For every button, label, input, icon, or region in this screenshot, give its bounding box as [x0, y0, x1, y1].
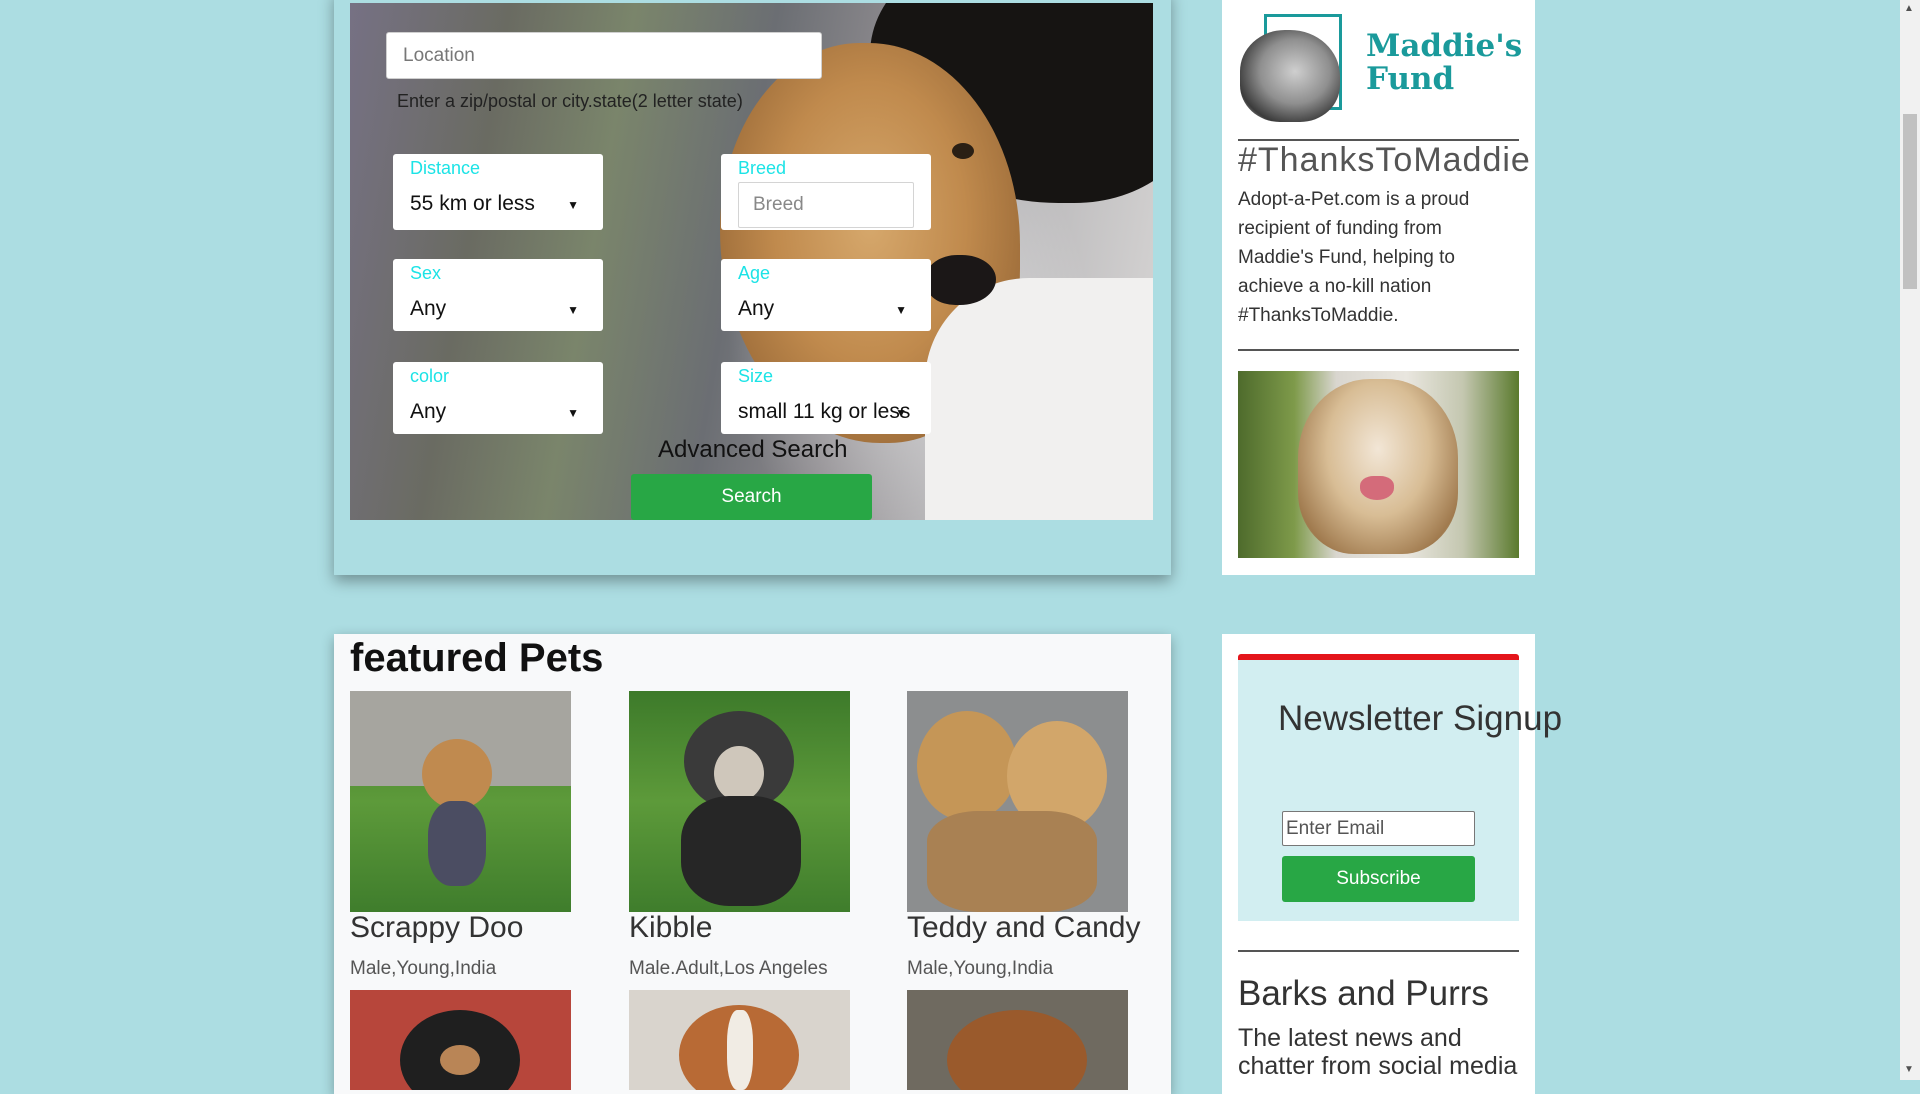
breed-label: Breed	[738, 158, 787, 178]
scroll-up-icon[interactable]: ▲	[1904, 3, 1914, 14]
pet-meta: Male,Young,India	[350, 958, 497, 979]
color-field: color Any ▼	[393, 362, 603, 434]
barks-and-purrs-title: Barks and Purrs	[1238, 974, 1489, 1013]
pet-name[interactable]: Teddy and Candy	[907, 911, 1141, 945]
pet-name[interactable]: Kibble	[629, 911, 712, 945]
chevron-down-icon: ▼	[567, 406, 579, 420]
distance-select[interactable]: 55 km or less	[410, 184, 583, 224]
pet-photo[interactable]	[907, 990, 1128, 1090]
age-field: Age Any ▼	[721, 259, 931, 331]
size-select[interactable]: small 11 kg or less	[738, 392, 911, 432]
sex-select[interactable]: Any	[410, 289, 583, 329]
pet-photo-kibble[interactable]	[629, 691, 850, 912]
chevron-down-icon: ▼	[567, 303, 579, 317]
scrollbar-thumb[interactable]	[1903, 114, 1917, 289]
divider	[1238, 950, 1519, 952]
newsletter-title: Newsletter Signup	[1278, 699, 1563, 738]
bulldog-image	[1238, 371, 1519, 558]
age-label: Age	[738, 263, 771, 283]
pet-photo-teddy-and-candy[interactable]	[907, 691, 1128, 912]
divider	[1238, 349, 1519, 351]
location-input[interactable]	[386, 32, 822, 79]
subscribe-button[interactable]: Subscribe	[1282, 856, 1475, 902]
location-hint: Enter a zip/postal or city.state(2 lette…	[397, 91, 743, 111]
pet-photo-scrappy-doo[interactable]	[350, 691, 571, 912]
logo-text-line2: Fund	[1366, 61, 1455, 97]
email-input[interactable]	[1282, 811, 1475, 846]
logo-text: Maddie's Fund	[1366, 30, 1522, 96]
advanced-search-link[interactable]: Advanced Search	[658, 436, 847, 464]
pet-meta: Male.Adult,Los Angeles	[629, 958, 828, 979]
pet-meta: Male,Young,India	[907, 958, 1054, 979]
schnauzer-icon	[1240, 30, 1340, 122]
breed-field: Breed	[721, 154, 931, 230]
maddies-fund-logo[interactable]: Maddie's Fund	[1238, 10, 1522, 125]
size-label: Size	[738, 366, 774, 386]
distance-label: Distance	[410, 158, 481, 178]
color-label: color	[410, 366, 450, 386]
sex-label: Sex	[410, 263, 442, 283]
age-select[interactable]: Any	[738, 289, 911, 329]
pet-photo[interactable]	[350, 990, 571, 1090]
scroll-down-icon[interactable]: ▼	[1904, 1064, 1914, 1075]
logo-text-line1: Maddie's	[1366, 28, 1523, 64]
chevron-down-icon: ▼	[567, 198, 579, 212]
search-button[interactable]: Search	[631, 474, 872, 520]
barks-and-purrs-body: The latest news and chatter from social …	[1238, 1024, 1518, 1080]
thanks-body-text: Adopt-a-Pet.com is a proud recipient of …	[1238, 189, 1470, 326]
thanks-hashtag-title: #ThanksToMaddie	[1238, 141, 1531, 179]
color-select[interactable]: Any	[410, 392, 583, 432]
pet-photo[interactable]	[629, 990, 850, 1090]
sex-field: Sex Any ▼	[393, 259, 603, 331]
breed-input[interactable]	[738, 182, 914, 228]
size-field: Size small 11 kg or less ▼	[721, 362, 931, 434]
distance-field: Distance 55 km or less ▼	[393, 154, 603, 230]
featured-pets-title: featured Pets	[350, 636, 604, 680]
pet-name[interactable]: Scrappy Doo	[350, 911, 523, 945]
chevron-down-icon: ▼	[895, 303, 907, 317]
chevron-down-icon: ▼	[895, 406, 907, 420]
